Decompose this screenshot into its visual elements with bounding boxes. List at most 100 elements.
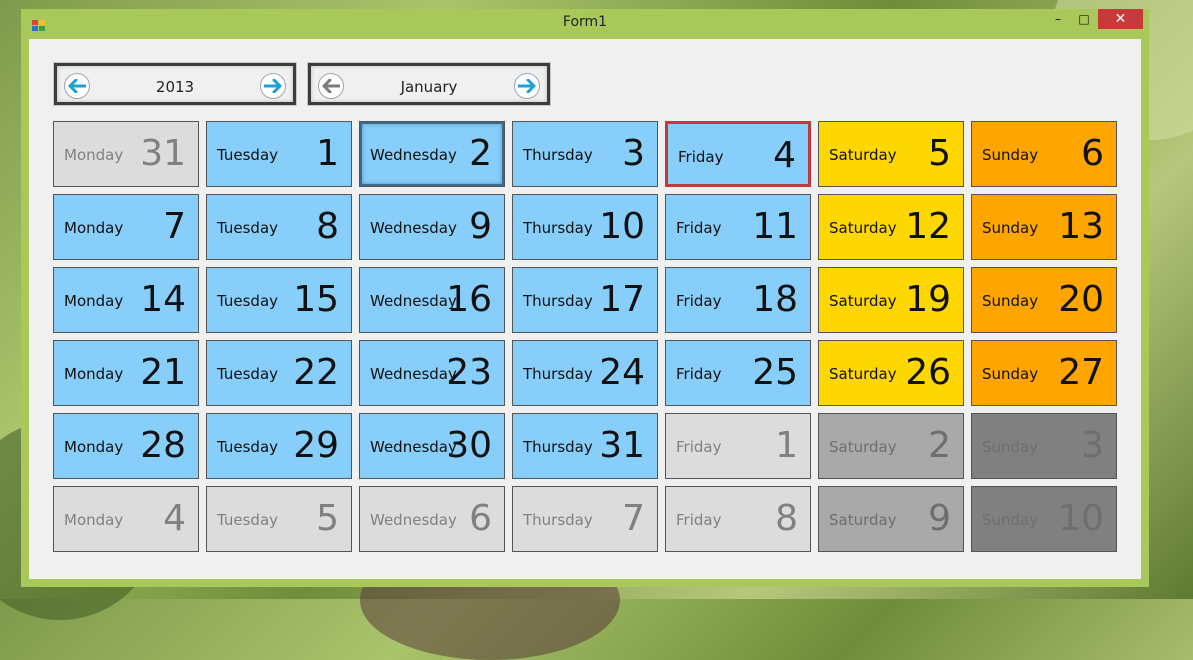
day-cell[interactable]: Tuesday 8 (206, 194, 352, 260)
day-number: 12 (905, 206, 951, 247)
year-navigator: 2013 (54, 63, 296, 105)
day-name-label: Friday (676, 438, 722, 456)
day-cell[interactable]: Monday 31 (53, 121, 199, 187)
day-cell[interactable]: Saturday 12 (818, 194, 964, 260)
day-cell[interactable]: Wednesday 6 (359, 486, 505, 552)
minimize-button[interactable]: – (1045, 9, 1071, 29)
window-title: Form1 (562, 14, 608, 30)
day-name-label: Thursday (523, 292, 593, 310)
day-cell[interactable]: Friday 25 (665, 340, 811, 406)
day-cell[interactable]: Friday 18 (665, 267, 811, 333)
day-cell[interactable]: Wednesday 2 (359, 121, 505, 187)
day-name-label: Wednesday (370, 365, 457, 383)
day-cell[interactable]: Monday 7 (53, 194, 199, 260)
day-cell[interactable]: Saturday 5 (818, 121, 964, 187)
day-cell[interactable]: Thursday 10 (512, 194, 658, 260)
day-name-label: Tuesday (217, 146, 279, 164)
day-number: 2 (469, 133, 492, 174)
day-cell[interactable]: Thursday 3 (512, 121, 658, 187)
day-name-label: Monday (64, 292, 124, 310)
app-window: Form1 – □ ✕ 2013 January Monday 31 Tuesd… (21, 9, 1149, 587)
day-name-label: Wednesday (370, 146, 457, 164)
day-name-label: Wednesday (370, 219, 457, 237)
day-number: 31 (140, 133, 186, 174)
day-cell[interactable]: Saturday 9 (818, 486, 964, 552)
day-cell[interactable]: Wednesday 30 (359, 413, 505, 479)
day-name-label: Wednesday (370, 438, 457, 456)
day-number: 6 (1081, 133, 1104, 174)
close-button[interactable]: ✕ (1098, 9, 1143, 29)
day-number: 3 (1081, 425, 1104, 466)
day-name-label: Friday (676, 511, 722, 529)
day-number: 8 (775, 498, 798, 539)
day-name-label: Saturday (829, 511, 897, 529)
day-number: 11 (752, 206, 798, 247)
day-number: 22 (293, 352, 339, 393)
day-name-label: Saturday (829, 438, 897, 456)
day-name-label: Tuesday (217, 219, 279, 237)
day-cell[interactable]: Sunday 13 (971, 194, 1117, 260)
day-cell[interactable]: Saturday 26 (818, 340, 964, 406)
day-cell[interactable]: Friday 11 (665, 194, 811, 260)
day-number: 16 (446, 279, 492, 320)
day-number: 5 (928, 133, 951, 174)
day-name-label: Saturday (829, 292, 897, 310)
day-name-label: Sunday (982, 219, 1039, 237)
prev-month-button[interactable] (318, 73, 344, 99)
maximize-button[interactable]: □ (1071, 9, 1097, 29)
day-cell[interactable]: Wednesday 23 (359, 340, 505, 406)
day-cell[interactable]: Monday 28 (53, 413, 199, 479)
day-name-label: Friday (676, 292, 722, 310)
day-cell[interactable]: Wednesday 16 (359, 267, 505, 333)
day-name-label: Saturday (829, 365, 897, 383)
day-cell[interactable]: Friday 8 (665, 486, 811, 552)
day-number: 8 (316, 206, 339, 247)
day-cell[interactable]: Sunday 27 (971, 340, 1117, 406)
day-cell[interactable]: Saturday 19 (818, 267, 964, 333)
day-cell[interactable]: Monday 21 (53, 340, 199, 406)
day-cell[interactable]: Tuesday 29 (206, 413, 352, 479)
day-name-label: Thursday (523, 219, 593, 237)
day-cell[interactable]: Monday 4 (53, 486, 199, 552)
day-cell[interactable]: Tuesday 1 (206, 121, 352, 187)
form-client-area: 2013 January Monday 31 Tuesday 1 Wednesday 2 T… (29, 39, 1141, 579)
day-cell[interactable]: Tuesday 15 (206, 267, 352, 333)
day-number: 15 (293, 279, 339, 320)
day-cell[interactable]: Monday 14 (53, 267, 199, 333)
day-number: 1 (775, 425, 798, 466)
day-name-label: Sunday (982, 511, 1039, 529)
day-cell[interactable]: Tuesday 22 (206, 340, 352, 406)
day-number: 30 (446, 425, 492, 466)
day-name-label: Thursday (523, 511, 593, 529)
day-cell[interactable]: Thursday 24 (512, 340, 658, 406)
day-cell[interactable]: Tuesday 5 (206, 486, 352, 552)
day-number: 26 (905, 352, 951, 393)
day-cell[interactable]: Thursday 17 (512, 267, 658, 333)
day-cell[interactable]: Wednesday 9 (359, 194, 505, 260)
arrow-right-icon (518, 79, 536, 93)
day-cell[interactable]: Sunday 10 (971, 486, 1117, 552)
day-number: 7 (163, 206, 186, 247)
day-number: 13 (1058, 206, 1104, 247)
day-cell[interactable]: Thursday 31 (512, 413, 658, 479)
day-number: 2 (928, 425, 951, 466)
day-number: 27 (1058, 352, 1104, 393)
day-cell[interactable]: Friday 4 (665, 121, 811, 187)
day-cell[interactable]: Sunday 3 (971, 413, 1117, 479)
month-navigator: January (308, 63, 550, 105)
next-month-button[interactable] (514, 73, 540, 99)
day-number: 5 (316, 498, 339, 539)
day-cell[interactable]: Sunday 20 (971, 267, 1117, 333)
prev-year-button[interactable] (64, 73, 90, 99)
title-bar[interactable]: Form1 – □ ✕ (21, 9, 1149, 38)
next-year-button[interactable] (260, 73, 286, 99)
day-cell[interactable]: Sunday 6 (971, 121, 1117, 187)
day-cell[interactable]: Friday 1 (665, 413, 811, 479)
year-label: 2013 (155, 78, 195, 96)
day-number: 20 (1058, 279, 1104, 320)
day-name-label: Monday (64, 146, 124, 164)
day-cell[interactable]: Thursday 7 (512, 486, 658, 552)
day-name-label: Sunday (982, 365, 1039, 383)
day-name-label: Monday (64, 365, 124, 383)
day-cell[interactable]: Saturday 2 (818, 413, 964, 479)
